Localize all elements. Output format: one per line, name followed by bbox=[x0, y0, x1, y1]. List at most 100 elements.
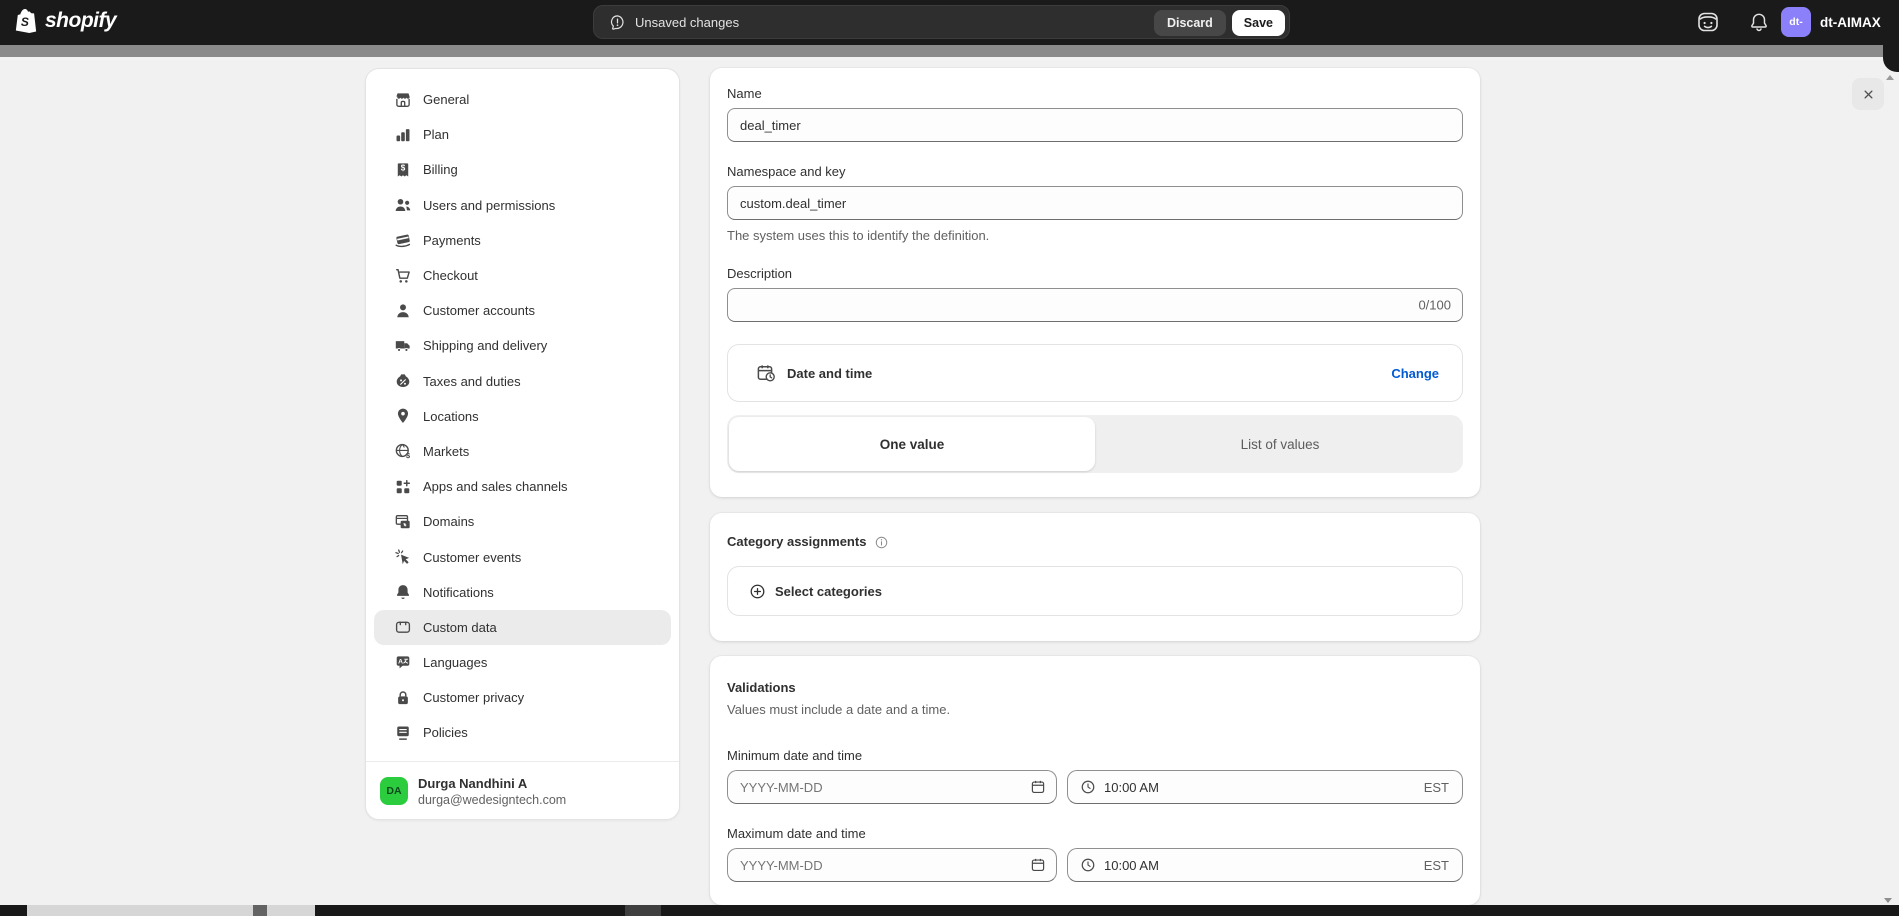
name-label: Name bbox=[727, 86, 1463, 102]
sidebar-item-customer-accounts[interactable]: Customer accounts bbox=[366, 293, 679, 328]
sidebar-item-payments[interactable]: Payments bbox=[366, 223, 679, 258]
sidebar-item-general[interactable]: General bbox=[366, 82, 679, 117]
sidebar-user: DA Durga Nandhini A durga@wedesigntech.c… bbox=[366, 762, 679, 808]
sidebar-item-users-and-permissions[interactable]: Users and permissions bbox=[366, 188, 679, 223]
sidebar-item-checkout[interactable]: Checkout bbox=[366, 258, 679, 293]
tab-list-of-values[interactable]: List of values bbox=[1097, 415, 1463, 473]
min-time-field[interactable]: 10:00 AM EST bbox=[1067, 770, 1463, 804]
bell-icon bbox=[394, 583, 412, 601]
max-time-value: 10:00 AM bbox=[1104, 858, 1159, 873]
max-timezone: EST bbox=[1424, 858, 1449, 873]
sidebar-item-label: Checkout bbox=[423, 268, 478, 283]
sidebar-item-customer-events[interactable]: Customer events bbox=[366, 539, 679, 574]
sidebar-item-languages[interactable]: A Languages bbox=[366, 645, 679, 680]
category-assignments-card: Category assignments Select categories bbox=[710, 513, 1480, 641]
shopify-logo-text: shopify bbox=[45, 9, 116, 33]
svg-text:S: S bbox=[21, 15, 29, 29]
sidebar-item-domains[interactable]: Domains bbox=[366, 504, 679, 539]
description-label: Description bbox=[727, 266, 1463, 282]
store-menu[interactable]: dt- dt-AIMAX bbox=[1781, 7, 1881, 37]
clock-icon bbox=[1080, 779, 1096, 795]
sidebar-item-label: Taxes and duties bbox=[423, 374, 521, 389]
sidebar-item-plan[interactable]: Plan bbox=[366, 117, 679, 152]
sidebar-item-label: Customer privacy bbox=[423, 690, 524, 705]
svg-text:A: A bbox=[398, 658, 403, 665]
store-avatar: dt- bbox=[1781, 7, 1811, 37]
sidebar-item-custom-data[interactable]: Custom data bbox=[374, 610, 671, 645]
sidebar-item-shipping-and-delivery[interactable]: Shipping and delivery bbox=[366, 328, 679, 363]
scrollbar-notch bbox=[253, 905, 267, 916]
select-categories-label: Select categories bbox=[775, 584, 882, 599]
sidebar-item-label: Users and permissions bbox=[423, 198, 555, 213]
info-icon[interactable] bbox=[874, 535, 889, 550]
sidebar-item-policies[interactable]: Policies bbox=[366, 715, 679, 750]
sidebar-item-notifications[interactable]: Notifications bbox=[366, 575, 679, 610]
select-categories-button[interactable]: Select categories bbox=[727, 566, 1463, 616]
billing-icon: $ bbox=[394, 161, 412, 179]
svg-text:$: $ bbox=[401, 164, 406, 173]
settings-page: S shopify Unsaved changes Discard Save d… bbox=[0, 0, 1899, 916]
sidebar-item-label: Customer events bbox=[423, 550, 521, 565]
dialog-top-shade bbox=[0, 45, 1899, 57]
shopify-logo[interactable]: S shopify bbox=[14, 7, 116, 35]
min-time-value: 10:00 AM bbox=[1104, 780, 1159, 795]
sidebar-item-label: Domains bbox=[423, 514, 474, 529]
user-avatar: DA bbox=[380, 777, 408, 805]
tab-one-value[interactable]: One value bbox=[729, 417, 1095, 471]
plus-circle-icon bbox=[749, 583, 766, 600]
sidebar-item-label: Locations bbox=[423, 409, 479, 424]
clock-icon bbox=[1080, 857, 1096, 873]
sidebar-item-label: Policies bbox=[423, 725, 468, 740]
store-icon bbox=[394, 91, 412, 109]
alert-icon bbox=[609, 14, 626, 31]
sidebar-item-label: General bbox=[423, 92, 469, 107]
tax-icon bbox=[394, 372, 412, 390]
save-button[interactable]: Save bbox=[1232, 10, 1285, 36]
max-date-input[interactable] bbox=[727, 848, 1057, 882]
max-datetime-label: Maximum date and time bbox=[727, 826, 1463, 842]
namespace-help-text: The system uses this to identify the def… bbox=[727, 228, 1463, 244]
topbar: S shopify Unsaved changes Discard Save d… bbox=[0, 0, 1899, 45]
min-date-input[interactable] bbox=[727, 770, 1057, 804]
sidebar-item-label: Languages bbox=[423, 655, 487, 670]
store-name: dt-AIMAX bbox=[1820, 15, 1881, 30]
shopify-bag-icon: S bbox=[14, 7, 38, 35]
definition-card: Name Namespace and key The system uses t… bbox=[710, 68, 1480, 497]
settings-sidebar: General Plan $Billing Users and permissions… bbox=[365, 68, 680, 820]
cart-icon bbox=[394, 267, 412, 285]
name-input[interactable] bbox=[727, 108, 1463, 142]
domains-icon bbox=[394, 513, 412, 531]
user-email: durga@wedesigntech.com bbox=[418, 792, 566, 808]
min-date-field bbox=[727, 770, 1057, 804]
sidebar-item-apps-and-sales-channels[interactable]: Apps and sales channels bbox=[366, 469, 679, 504]
globe-icon: $ bbox=[394, 442, 412, 460]
sidebar-item-billing[interactable]: $Billing bbox=[366, 152, 679, 187]
content-type-row: Date and time Change bbox=[727, 344, 1463, 402]
sidebar-item-customer-privacy[interactable]: Customer privacy bbox=[366, 680, 679, 715]
namespace-key-input[interactable] bbox=[727, 186, 1463, 220]
max-time-field[interactable]: 10:00 AM EST bbox=[1067, 848, 1463, 882]
content-type-label: Date and time bbox=[787, 366, 872, 381]
description-input[interactable] bbox=[727, 288, 1463, 322]
close-settings-button[interactable] bbox=[1852, 78, 1884, 110]
svg-text:$: $ bbox=[406, 451, 411, 460]
date-and-time-icon bbox=[756, 363, 776, 383]
notifications-bell-icon[interactable] bbox=[1748, 11, 1770, 33]
sidebar-item-label: Plan bbox=[423, 127, 449, 142]
sidebar-item-markets[interactable]: $Markets bbox=[366, 434, 679, 469]
unsaved-changes-bar: Unsaved changes Discard Save bbox=[593, 5, 1290, 39]
lock-icon bbox=[394, 689, 412, 707]
min-datetime-label: Minimum date and time bbox=[727, 748, 1463, 764]
scrollbar-thumb[interactable] bbox=[27, 905, 315, 916]
sidebar-item-taxes-and-duties[interactable]: Taxes and duties bbox=[366, 364, 679, 399]
validations-title: Validations bbox=[727, 680, 1463, 696]
scroll-up-arrow-icon[interactable] bbox=[1886, 75, 1894, 80]
sidekick-assistant-icon[interactable] bbox=[1696, 10, 1720, 34]
value-cardinality-tabs: One value List of values bbox=[727, 415, 1463, 473]
scrollbar-segment bbox=[625, 905, 661, 916]
change-type-link[interactable]: Change bbox=[1391, 366, 1439, 381]
policies-icon bbox=[394, 724, 412, 742]
discard-button[interactable]: Discard bbox=[1154, 10, 1226, 36]
scroll-down-arrow-icon[interactable] bbox=[1884, 898, 1892, 903]
sidebar-item-locations[interactable]: Locations bbox=[366, 399, 679, 434]
